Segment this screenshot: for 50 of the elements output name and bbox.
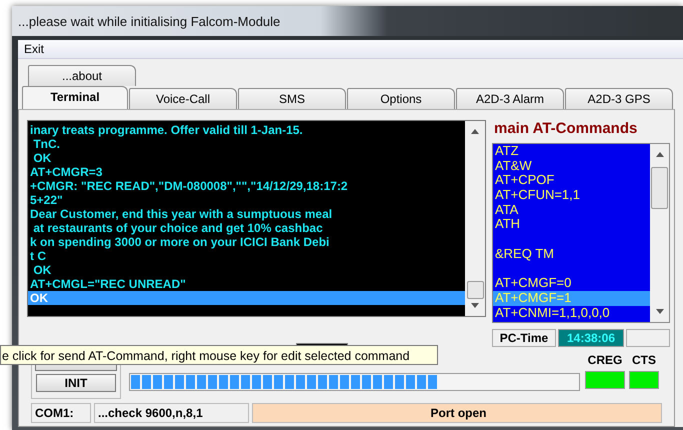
- scroll-down-icon[interactable]: [471, 303, 479, 308]
- port-settings: ...check 9600,n,8,1: [94, 403, 249, 423]
- terminal-output[interactable]: [27, 120, 486, 317]
- terminal-line: at restaurants of your choice and get 10% cashbac: [32, 221, 324, 235]
- init-button[interactable]: INIT: [36, 374, 116, 392]
- scroll-up-icon[interactable]: [471, 129, 479, 134]
- tab[interactable]: ...about: [28, 65, 136, 86]
- command-list[interactable]: ATZ AT&W AT+CPOF AT+CFUN=1,1 ATA ATH &REQ TM AT+CMGF=0 AT+CMGF=1 AT+CNMI=1,1,0,0,0: [492, 143, 670, 323]
- commands-heading: main AT-Commands: [493, 120, 638, 139]
- command-item[interactable]: AT+CPOF: [493, 173, 650, 188]
- scrollbar[interactable]: [465, 121, 485, 316]
- port-name: COM1:: [31, 403, 91, 423]
- scroll-up-icon[interactable]: [656, 152, 664, 157]
- tab[interactable]: SMS: [238, 88, 346, 109]
- tab[interactable]: Voice-Call: [129, 88, 237, 109]
- command-item[interactable]: &REQ TM: [493, 246, 650, 262]
- window-title: ...please wait while initialising Falcom-Module: [18, 14, 280, 28]
- terminal-line: t C: [29, 249, 47, 263]
- terminal-line: k on spending 3000 or more on your ICICI Bank Debi: [29, 235, 330, 249]
- tab[interactable]: Terminal: [22, 86, 128, 109]
- terminal-line: +CMGR: "REC READ","DM-080008","","14/12/29,18:17:2: [29, 179, 349, 193]
- tooltip: e click for send AT-Command, right mouse key for edit selected command: [0, 345, 438, 365]
- command-item[interactable]: AT+CMGF=0: [493, 276, 650, 291]
- command-item[interactable]: AT+CFUN=1,1: [493, 188, 650, 203]
- command-item[interactable]: ATZ: [493, 144, 650, 159]
- command-item[interactable]: ATH: [493, 217, 650, 232]
- terminal-line: TnC.: [32, 137, 61, 151]
- scroll-down-icon[interactable]: [656, 309, 664, 314]
- command-item[interactable]: ATA: [493, 202, 650, 218]
- terminal-line: Dear Customer, end this year with a sumptuous meal: [29, 207, 334, 221]
- terminal-line: AT+CMGR=3: [29, 165, 104, 179]
- terminal-line: AT+CMGL="REC UNREAD": [29, 277, 187, 291]
- time-label: PC-Time: [492, 329, 556, 347]
- tab[interactable]: A2D-3 GPS: [565, 88, 673, 109]
- terminal-line: inary treats programme. Offer valid till 1-Jan-15.: [29, 123, 304, 137]
- menu-item[interactable]: Exit: [24, 42, 44, 56]
- indicator-label: CTS: [632, 353, 656, 367]
- indicator-label: CREG: [588, 353, 622, 367]
- terminal-line: OK: [32, 263, 52, 277]
- tab[interactable]: A2D-3 Alarm: [456, 88, 564, 109]
- empty-field: [626, 329, 670, 347]
- terminal-line: 5+22": [29, 193, 64, 207]
- scroll-thumb[interactable]: [466, 281, 484, 299]
- command-item[interactable]: AT+CNMI=1,1,0,0,0: [493, 306, 650, 320]
- tab[interactable]: Options: [347, 88, 455, 109]
- command-item[interactable]: AT&W: [493, 158, 650, 174]
- scroll-thumb[interactable]: [651, 167, 668, 209]
- port-state: Port open: [252, 403, 662, 423]
- terminal-line: OK: [32, 151, 52, 165]
- time-display: 14:38:06: [558, 329, 624, 347]
